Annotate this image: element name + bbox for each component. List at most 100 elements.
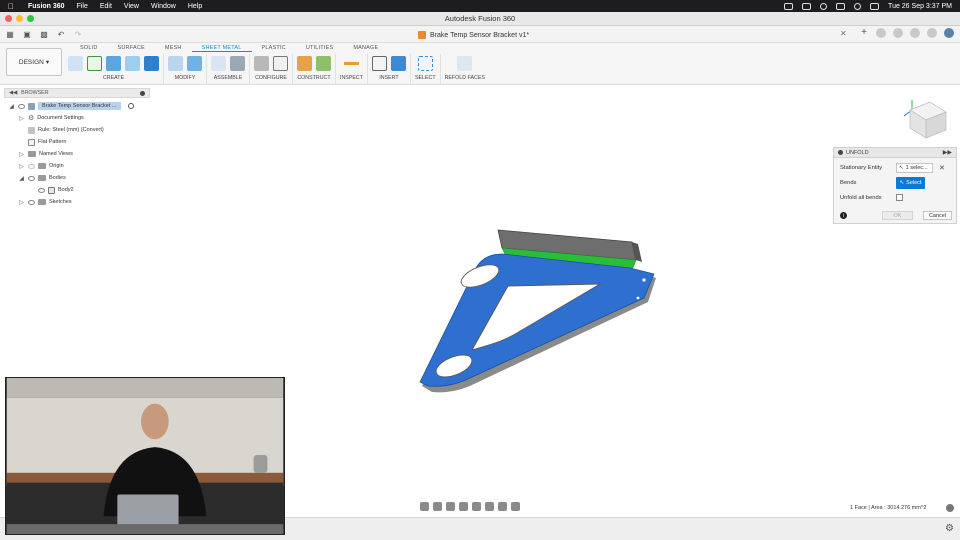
group-label-inspect[interactable]: INSPECT bbox=[340, 75, 363, 81]
unfold-icon[interactable] bbox=[187, 55, 202, 71]
new-joint-icon[interactable] bbox=[211, 55, 226, 71]
cloud-icon[interactable] bbox=[784, 2, 794, 10]
menu-help[interactable]: Help bbox=[188, 3, 202, 10]
new-tab-icon[interactable]: + bbox=[859, 28, 869, 38]
orbit-icon[interactable] bbox=[420, 501, 429, 511]
expand-dialog-icon[interactable]: ▶▶ bbox=[943, 149, 952, 156]
group-label-modify[interactable]: MODIFY bbox=[175, 75, 196, 81]
zoom-window-button[interactable] bbox=[27, 15, 34, 22]
bends-select-button[interactable]: ↖ Select bbox=[896, 177, 925, 189]
collapse-icon[interactable]: ◀◀ bbox=[9, 90, 17, 96]
zoom-window-icon[interactable] bbox=[472, 501, 481, 511]
group-label-assemble[interactable]: ASSEMBLE bbox=[214, 75, 243, 81]
stationary-entity-selection[interactable]: ↖ 1 selec... bbox=[896, 163, 933, 173]
tab-surface[interactable]: SURFACE bbox=[108, 44, 155, 52]
tree-item-sketches[interactable]: ▷ Sketches bbox=[18, 197, 72, 207]
tab-sheet-metal[interactable]: SHEET METAL bbox=[191, 44, 252, 52]
info-icon[interactable]: i bbox=[840, 212, 847, 219]
job-status-icon[interactable] bbox=[893, 28, 903, 38]
zoom-icon[interactable] bbox=[459, 501, 468, 511]
extensions-icon[interactable] bbox=[876, 28, 886, 38]
flange-icon[interactable] bbox=[106, 55, 121, 71]
group-label-configure[interactable]: CONFIGURE bbox=[255, 75, 287, 81]
select-icon[interactable] bbox=[417, 55, 433, 71]
viewports-icon[interactable] bbox=[511, 501, 520, 511]
menu-file[interactable]: File bbox=[77, 3, 88, 10]
tab-plastic[interactable]: PLASTIC bbox=[252, 44, 296, 52]
tab-mesh[interactable]: MESH bbox=[155, 44, 192, 52]
viewcube[interactable] bbox=[900, 96, 950, 142]
group-label-refold-faces[interactable]: REFOLD FACES bbox=[445, 75, 485, 81]
tab-manage[interactable]: MANAGE bbox=[343, 44, 388, 52]
visibility-eye-icon[interactable] bbox=[38, 187, 45, 193]
unfold-all-checkbox[interactable] bbox=[896, 194, 903, 201]
visibility-eye-icon[interactable] bbox=[18, 103, 25, 109]
tree-item-named-views[interactable]: ▷ Named Views bbox=[18, 149, 73, 159]
look-at-icon[interactable] bbox=[433, 501, 442, 511]
menubar-datetime[interactable]: Tue 26 Sep 3:37 PM bbox=[888, 3, 952, 10]
expand-icon[interactable]: ◢ bbox=[18, 175, 25, 182]
measure-toggle-icon[interactable] bbox=[946, 504, 954, 512]
close-window-button[interactable] bbox=[5, 15, 12, 22]
timeline-settings-icon[interactable]: ⚙ bbox=[945, 523, 954, 534]
tab-utilities[interactable]: UTILITIES bbox=[296, 44, 343, 52]
save-icon[interactable]: ▩ bbox=[38, 29, 50, 39]
visibility-eye-icon[interactable] bbox=[28, 199, 35, 205]
redo-icon[interactable]: ↷ bbox=[72, 29, 84, 39]
cancel-button[interactable]: Cancel bbox=[923, 211, 952, 220]
tab-solid[interactable]: SOLID bbox=[70, 44, 108, 52]
tree-item-document-settings[interactable]: ▷ ⚙ Document Settings bbox=[18, 113, 84, 123]
menubar-app-name[interactable]: Fusion 360 bbox=[28, 3, 65, 10]
press-pull-icon[interactable] bbox=[168, 55, 183, 71]
visibility-eye-icon[interactable] bbox=[28, 175, 35, 181]
expand-icon[interactable]: ▷ bbox=[18, 163, 25, 170]
apple-icon[interactable]:  bbox=[8, 2, 18, 11]
menu-edit[interactable]: Edit bbox=[100, 3, 112, 10]
extrude-icon[interactable] bbox=[144, 55, 159, 71]
tree-item-body2[interactable]: Body2 bbox=[38, 185, 74, 195]
browser-options-icon[interactable] bbox=[140, 90, 145, 96]
tree-item-flat-pattern[interactable]: Flat Pattern bbox=[28, 137, 66, 147]
refold-faces-icon[interactable] bbox=[457, 55, 473, 71]
tree-item-origin[interactable]: ▷ Origin bbox=[18, 161, 64, 171]
create-sketch-icon[interactable] bbox=[87, 55, 102, 71]
wifi-icon[interactable] bbox=[820, 2, 828, 10]
clear-selection-icon[interactable]: ✕ bbox=[939, 164, 945, 172]
expand-icon[interactable]: ▷ bbox=[18, 115, 25, 122]
expand-icon[interactable]: ▷ bbox=[18, 151, 25, 158]
activate-radio-icon[interactable] bbox=[127, 103, 134, 109]
battery-icon[interactable] bbox=[802, 2, 812, 10]
ok-button[interactable]: OK bbox=[882, 211, 913, 220]
search-icon[interactable] bbox=[854, 2, 862, 10]
close-tab-icon[interactable]: ✕ bbox=[840, 29, 847, 38]
group-label-insert[interactable]: INSERT bbox=[379, 75, 398, 81]
tree-item-rule[interactable]: Rule: Steel (mm) (Convert) bbox=[28, 125, 104, 135]
new-component-icon[interactable] bbox=[68, 55, 83, 71]
group-label-construct[interactable]: CONSTRUCT bbox=[297, 75, 330, 81]
user-avatar[interactable] bbox=[944, 28, 954, 38]
insert-derive-icon[interactable] bbox=[371, 55, 387, 71]
group-label-create[interactable]: CREATE bbox=[103, 75, 124, 81]
grid-settings-icon[interactable] bbox=[498, 501, 507, 511]
undo-icon[interactable]: ↶ bbox=[55, 29, 67, 39]
file-menu-icon[interactable]: ▣ bbox=[21, 29, 33, 39]
minimize-window-button[interactable] bbox=[16, 15, 23, 22]
menu-window[interactable]: Window bbox=[151, 3, 176, 10]
measure-icon[interactable] bbox=[343, 55, 359, 71]
browser-header[interactable]: ◀◀ BROWSER bbox=[4, 88, 150, 98]
expand-icon[interactable]: ◢ bbox=[8, 103, 15, 110]
workspace-switcher[interactable]: DESIGN ▾ bbox=[6, 48, 62, 76]
browser-root-row[interactable]: ◢ Brake Temp Sensor Bracket ... bbox=[8, 101, 134, 111]
menu-view[interactable]: View bbox=[124, 3, 139, 10]
help-icon[interactable] bbox=[927, 28, 937, 38]
midplane-icon[interactable] bbox=[316, 55, 331, 71]
control-center-icon[interactable] bbox=[836, 2, 846, 10]
as-built-joint-icon[interactable] bbox=[230, 55, 245, 71]
contour-flange-icon[interactable] bbox=[125, 55, 140, 71]
visibility-eye-icon[interactable] bbox=[28, 163, 35, 169]
group-label-select[interactable]: SELECT bbox=[415, 75, 436, 81]
sheet-metal-bracket-model[interactable] bbox=[410, 222, 670, 402]
offset-plane-icon[interactable] bbox=[297, 55, 312, 71]
expand-icon[interactable]: ▷ bbox=[18, 199, 25, 206]
display-settings-icon[interactable] bbox=[485, 501, 494, 511]
